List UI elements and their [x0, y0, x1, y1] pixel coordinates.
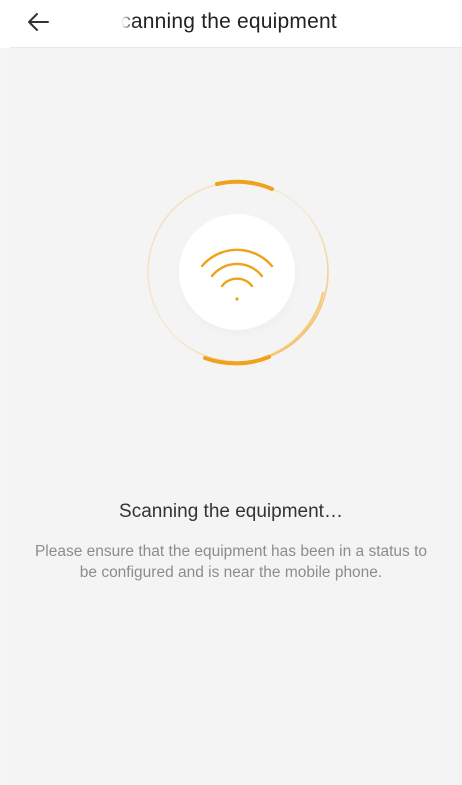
page-title-container: Scanning the equipment	[120, 0, 380, 44]
content-area	[10, 48, 462, 785]
back-button[interactable]	[22, 8, 54, 36]
top-app-bar: Scanning the equipment	[0, 0, 462, 48]
scanning-animation	[147, 179, 329, 366]
status-description-line-1: Please ensure that the equipment has bee…	[34, 543, 428, 560]
arrow-left-icon	[28, 13, 49, 31]
bottom-arc	[203, 355, 271, 366]
top-arc	[215, 179, 274, 191]
status-description: Please ensure that the equipment has bee…	[0, 541, 462, 583]
title-fade-mask	[120, 0, 134, 44]
page-title: Scanning the equipment	[120, 10, 337, 33]
inner-disc	[179, 214, 295, 330]
status-description-line-2: be configured and is near the mobile pho…	[79, 564, 383, 581]
status-title: Scanning the equipment…	[119, 501, 343, 522]
scan-equipment-screen: Scanning the equipment Scanning the equi…	[0, 0, 462, 785]
